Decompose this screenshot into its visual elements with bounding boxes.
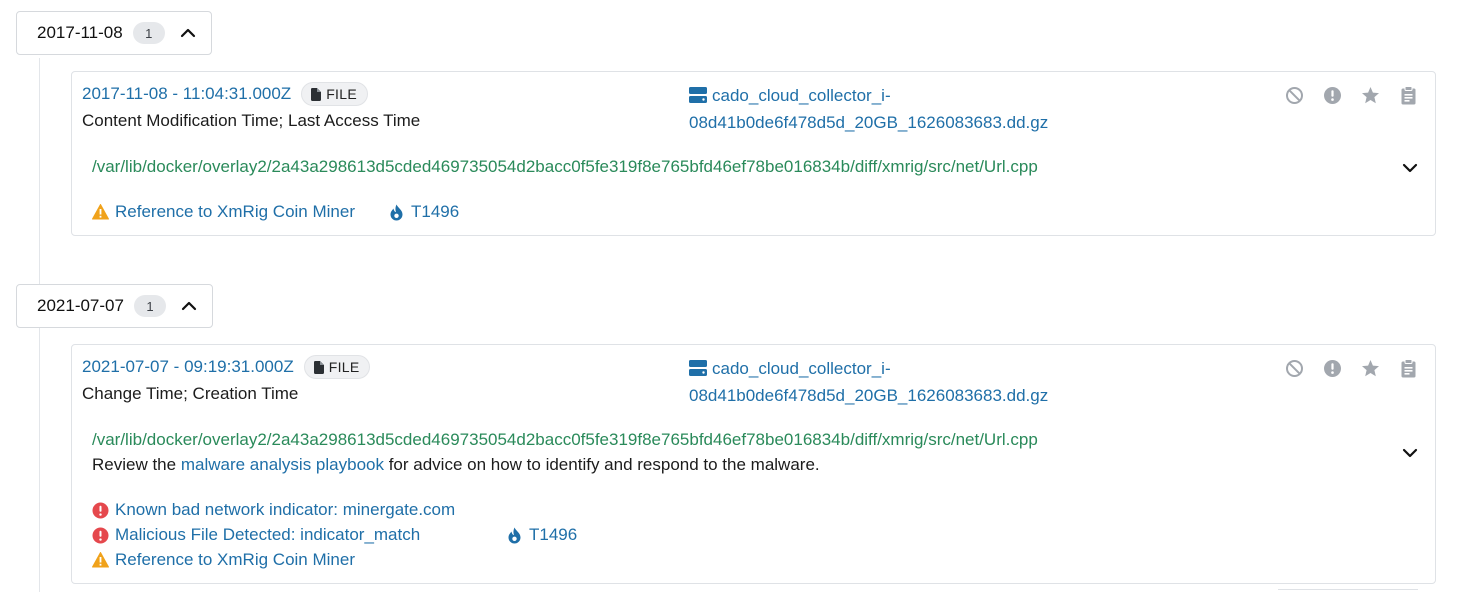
critical-alert-icon: [92, 527, 109, 544]
event-timestamp[interactable]: 2021-07-07 - 09:19:31.000Z: [82, 357, 294, 377]
alert-item[interactable]: Reference to XmRig Coin Miner: [92, 550, 355, 570]
mitre-technique-link[interactable]: T1496: [390, 202, 459, 222]
event-actions: [1285, 359, 1418, 378]
warning-icon: [92, 204, 109, 220]
clipboard-icon[interactable]: [1399, 359, 1418, 378]
date-label: 2017-11-08: [37, 23, 123, 42]
event-description: Content Modification Time; Last Access T…: [82, 111, 421, 130]
warning-icon: [92, 552, 109, 568]
mitre-technique-link[interactable]: T1496: [508, 525, 577, 545]
event-timestamp[interactable]: 2017-11-08 - 11:04:31.000Z: [82, 84, 291, 104]
evidence-source-link[interactable]: cado_cloud_collector_i- 08d41b0de6f478d5…: [689, 356, 1109, 408]
source-name-line1: cado_cloud_collector_i-: [712, 86, 891, 105]
ban-icon[interactable]: [1285, 86, 1304, 105]
alert-label: Reference to XmRig Coin Miner: [115, 550, 355, 569]
event-actions: [1285, 86, 1418, 105]
file-icon: [313, 360, 324, 374]
star-icon[interactable]: [1361, 86, 1380, 105]
chevron-up-icon[interactable]: [179, 24, 197, 42]
event-count-badge: 1: [133, 295, 166, 317]
event-card: 2021-07-07 - 09:19:31.000Z FILE Change T…: [71, 344, 1436, 584]
technique-label: T1496: [411, 202, 460, 221]
playbook-hint: Review the malware analysis playbook for…: [92, 455, 820, 475]
alert-label: Malicious File Detected: indicator_match: [115, 525, 421, 544]
ban-icon[interactable]: [1285, 359, 1304, 378]
file-icon: [311, 87, 322, 101]
fire-icon: [508, 527, 521, 544]
hard-drive-icon: [689, 85, 707, 110]
technique-label: T1496: [529, 525, 578, 544]
chevron-down-icon[interactable]: [1401, 159, 1419, 177]
alert-item[interactable]: Known bad network indicator: minergate.c…: [92, 500, 455, 520]
chevron-down-icon[interactable]: [1401, 444, 1419, 462]
source-name-line2: 08d41b0de6f478d5d_20GB_1626083683.dd.gz: [689, 113, 1049, 132]
evidence-source-link[interactable]: cado_cloud_collector_i- 08d41b0de6f478d5…: [689, 83, 1109, 135]
playbook-link[interactable]: malware analysis playbook: [181, 455, 384, 474]
playbook-prefix: Review the: [92, 455, 181, 474]
alert-item[interactable]: Malicious File Detected: indicator_match: [92, 525, 420, 545]
exclamation-circle-icon[interactable]: [1323, 86, 1342, 105]
event-card: 2017-11-08 - 11:04:31.000Z FILE Content …: [71, 71, 1436, 236]
event-description: Change Time; Creation Time: [82, 384, 299, 403]
alert-label: Known bad network indicator: minergate.c…: [115, 500, 456, 519]
exclamation-circle-icon[interactable]: [1323, 359, 1342, 378]
date-label: 2021-07-07: [37, 296, 124, 315]
date-group-header[interactable]: 2021-07-07 1: [16, 284, 213, 328]
file-badge-label: FILE: [328, 359, 360, 375]
event-count-badge: 1: [132, 22, 165, 44]
source-name-line1: cado_cloud_collector_i-: [712, 359, 891, 378]
file-badge-label: FILE: [326, 86, 357, 102]
file-path-link[interactable]: /var/lib/docker/overlay2/2a43a298613d5cd…: [92, 157, 1038, 177]
critical-alert-icon: [92, 502, 109, 519]
file-type-badge: FILE: [301, 82, 368, 106]
file-path-link[interactable]: /var/lib/docker/overlay2/2a43a298613d5cd…: [92, 430, 1038, 450]
clipboard-icon[interactable]: [1399, 86, 1418, 105]
source-name-line2: 08d41b0de6f478d5d_20GB_1626083683.dd.gz: [689, 386, 1049, 405]
star-icon[interactable]: [1361, 359, 1380, 378]
playbook-suffix: for advice on how to identify and respon…: [383, 455, 820, 474]
file-type-badge: FILE: [303, 355, 371, 379]
alert-item[interactable]: Reference to XmRig Coin Miner: [92, 202, 355, 222]
hard-drive-icon: [689, 358, 707, 383]
alert-label: Reference to XmRig Coin Miner: [115, 202, 355, 221]
fire-icon: [390, 204, 403, 221]
date-group-header[interactable]: 2017-11-08 1: [16, 11, 212, 55]
chevron-up-icon[interactable]: [180, 297, 198, 315]
timeline: 2017-11-08 1 2017-11-08 - 11:04:31.000Z …: [0, 0, 1460, 592]
